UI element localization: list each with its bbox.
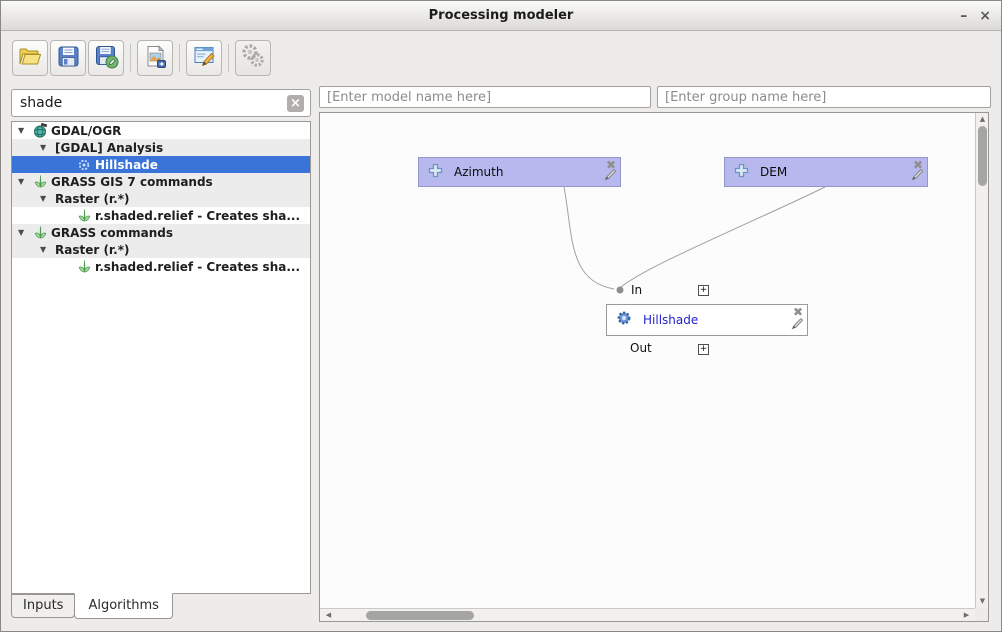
- toolbar: [1, 34, 1001, 82]
- tree-item-label: r.shaded.relief - Creates sha...: [95, 260, 300, 274]
- tree-item-gdal-ogr[interactable]: ▼ GDAL/OGR: [12, 122, 310, 139]
- toolbar-separator: [179, 44, 180, 72]
- tree-item-label: Hillshade: [95, 158, 158, 172]
- model-name-input[interactable]: [319, 86, 651, 108]
- tree-item-grass-gis7-commands[interactable]: ▼ GRASS GIS 7 commands: [12, 173, 310, 190]
- export-as-image-icon: [143, 44, 168, 73]
- tree-item-label: GRASS commands: [51, 226, 173, 240]
- caret-down-icon[interactable]: ▼: [18, 177, 33, 186]
- gear-icon: [77, 158, 95, 172]
- save-model-button[interactable]: [50, 40, 86, 76]
- tree-item-label: Raster (r.*): [55, 243, 129, 257]
- model-node-azimuth[interactable]: Azimuth ✖: [418, 157, 621, 187]
- caret-down-icon[interactable]: ▼: [18, 126, 33, 135]
- window-title: Processing modeler: [429, 8, 574, 23]
- grass-icon: [77, 208, 95, 223]
- node-label: DEM: [760, 165, 787, 179]
- grass-icon: [77, 259, 95, 274]
- scrollbar-corner: [975, 608, 988, 621]
- node-label: Hillshade: [643, 313, 698, 327]
- edit-node-icon[interactable]: [604, 166, 617, 185]
- tree-item-hillshade[interactable]: Hillshade: [12, 156, 310, 173]
- tree-item-raster-r[interactable]: ▼ Raster (r.*): [12, 190, 310, 207]
- tree-item-label: r.shaded.relief - Creates sha...: [95, 209, 300, 223]
- open-model-icon: [17, 43, 43, 73]
- scroll-right-icon[interactable]: ▶: [960, 609, 973, 622]
- node-label: Azimuth: [454, 165, 503, 179]
- panel-tabs: Inputs Algorithms: [11, 594, 172, 619]
- connection-lines: [320, 113, 990, 623]
- edit-node-icon[interactable]: [911, 166, 924, 185]
- expand-out-button[interactable]: +: [698, 344, 709, 355]
- minimize-button[interactable]: –: [960, 9, 967, 23]
- edit-model-help-icon: [192, 44, 217, 73]
- connection-azimuth-to-hillshade: [564, 187, 614, 289]
- search-input[interactable]: [12, 95, 287, 111]
- tree-item-label: Raster (r.*): [55, 192, 129, 206]
- horizontal-scroll-thumb[interactable]: [366, 611, 474, 620]
- tree-item-raster-r[interactable]: ▼ Raster (r.*): [12, 241, 310, 258]
- tree-item-grass-commands[interactable]: ▼ GRASS commands: [12, 224, 310, 241]
- tree-item-r-shaded-relief[interactable]: r.shaded.relief - Creates sha...: [12, 207, 310, 224]
- tree-item-r-shaded-relief[interactable]: r.shaded.relief - Creates sha...: [12, 258, 310, 275]
- connection-dem-to-hillshade: [621, 187, 825, 287]
- run-model-button[interactable]: [235, 40, 271, 76]
- save-model-as-icon: [94, 44, 119, 73]
- vertical-scrollbar[interactable]: ▲ ▼: [975, 113, 988, 608]
- algorithm-gear-icon: [616, 310, 632, 330]
- tree-item-label: GRASS GIS 7 commands: [51, 175, 213, 189]
- edit-node-icon[interactable]: [791, 315, 804, 334]
- run-model-icon: [240, 43, 266, 73]
- edit-model-help-button[interactable]: [186, 40, 222, 76]
- vertical-scroll-thumb[interactable]: [978, 126, 987, 186]
- save-model-icon: [56, 44, 81, 73]
- in-anchor-dot: [617, 287, 624, 294]
- scroll-left-icon[interactable]: ◀: [322, 609, 335, 622]
- caret-down-icon[interactable]: ▼: [40, 194, 55, 203]
- tree-item-gdal-analysis[interactable]: ▼ [GDAL] Analysis: [12, 139, 310, 156]
- add-input-icon: [734, 163, 749, 182]
- caret-down-icon[interactable]: ▼: [40, 245, 55, 254]
- titlebar[interactable]: Processing modeler – ×: [1, 1, 1001, 31]
- expand-in-button[interactable]: +: [698, 285, 709, 296]
- model-node-dem[interactable]: DEM ✖: [724, 157, 928, 187]
- toolbar-separator: [228, 44, 229, 72]
- horizontal-scrollbar[interactable]: ◀ ▶: [320, 608, 975, 621]
- algorithm-tree: ▼ GDAL/OGR ▼ [GDAL] Analysis Hillshade ▼…: [11, 121, 311, 594]
- toolbar-separator: [130, 44, 131, 72]
- tab-inputs[interactable]: Inputs: [11, 594, 75, 618]
- grass-icon: [33, 225, 51, 240]
- gdal-icon: [33, 123, 51, 138]
- scroll-up-icon[interactable]: ▲: [976, 113, 989, 126]
- tree-item-label: GDAL/OGR: [51, 124, 121, 138]
- add-input-icon: [428, 163, 443, 182]
- open-model-button[interactable]: [12, 40, 48, 76]
- model-node-hillshade[interactable]: Hillshade ✖: [606, 304, 808, 336]
- out-anchor-label: Out: [630, 341, 652, 355]
- algorithm-search-box: ×: [11, 89, 311, 117]
- tab-algorithms[interactable]: Algorithms: [74, 593, 172, 619]
- export-as-image-button[interactable]: [137, 40, 173, 76]
- close-button[interactable]: ×: [979, 9, 991, 23]
- grass-icon: [33, 174, 51, 189]
- model-canvas[interactable]: Azimuth ✖ DEM ✖ In + Hillshade ✖ Out + ▲: [319, 112, 989, 622]
- in-anchor-label: In: [631, 283, 642, 297]
- caret-down-icon[interactable]: ▼: [40, 143, 55, 152]
- caret-down-icon[interactable]: ▼: [18, 228, 33, 237]
- tree-item-label: [GDAL] Analysis: [55, 141, 163, 155]
- processing-modeler-window: Processing modeler – ×: [0, 0, 1002, 632]
- save-model-as-button[interactable]: [88, 40, 124, 76]
- clear-search-icon[interactable]: ×: [287, 95, 304, 112]
- group-name-input[interactable]: [657, 86, 991, 108]
- scroll-down-icon[interactable]: ▼: [976, 595, 989, 608]
